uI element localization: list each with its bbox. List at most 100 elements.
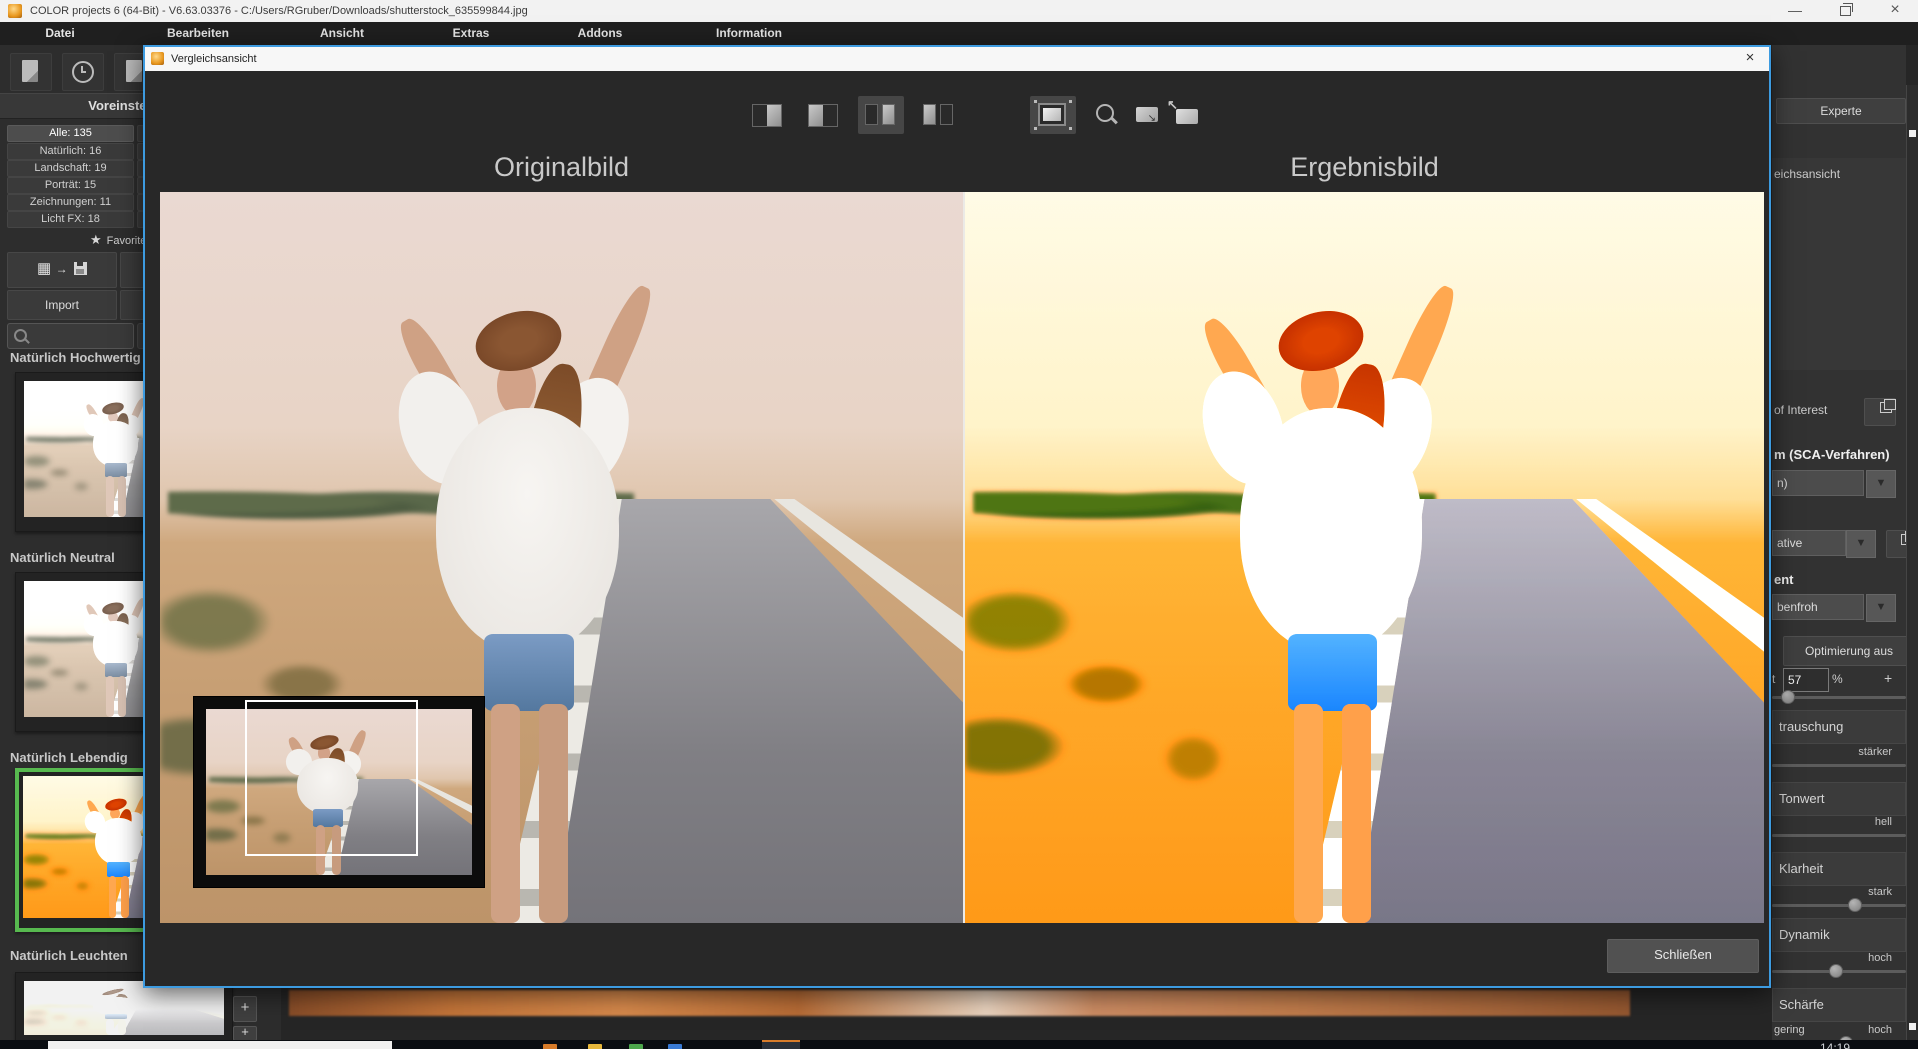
save-preset-button[interactable]: ▦ → xyxy=(7,252,117,288)
menu-item-information[interactable]: Information xyxy=(694,22,804,45)
view-side-by-side-left-button[interactable] xyxy=(916,96,962,134)
expert-mode-button[interactable]: Experte xyxy=(1776,98,1906,124)
menu-item-addons[interactable]: Addons xyxy=(545,22,655,45)
search-icon xyxy=(14,329,27,342)
slider-track[interactable] xyxy=(1772,764,1906,767)
magnifier-icon xyxy=(1096,104,1114,122)
rect-expand-icon xyxy=(1176,109,1198,124)
slider-tonwert[interactable] xyxy=(1772,828,1906,842)
window-title: COLOR projects 6 (64-Bit) - V6.63.03376 … xyxy=(30,0,528,22)
original-label: Originalbild xyxy=(160,152,963,184)
slider-dynamik[interactable] xyxy=(1772,964,1906,978)
dialog-icon xyxy=(151,52,164,65)
menu-item-bearbeiten[interactable]: Bearbeiten xyxy=(143,22,253,45)
minimize-button[interactable]: — xyxy=(1778,0,1812,22)
optimization-toggle-button[interactable]: Optimierung aus xyxy=(1783,636,1915,666)
slider-handle[interactable] xyxy=(1848,898,1862,912)
taskbar-app-icon-3[interactable] xyxy=(629,1044,643,1049)
sca-dropdown[interactable]: n) xyxy=(1772,470,1864,496)
view-full-frame-button[interactable] xyxy=(1030,96,1076,134)
dialog-titlebar: Vergleichsansicht × xyxy=(145,47,1769,71)
dialog-close-action-button[interactable]: Schließen xyxy=(1607,939,1759,973)
view-split-right-button[interactable] xyxy=(744,96,790,134)
close-button[interactable]: × xyxy=(1878,0,1912,22)
file-export-icon xyxy=(126,60,142,82)
category-landschaft[interactable]: Landschaft: 19 xyxy=(7,160,134,177)
taskbar-app-icon-2[interactable] xyxy=(588,1044,602,1049)
category-licht-fx[interactable]: Licht FX: 18 xyxy=(7,211,134,228)
sca-dropdown-arrow[interactable]: ▼ xyxy=(1866,470,1896,498)
scroll-thumb-top[interactable] xyxy=(1909,130,1916,137)
increment-button[interactable]: + xyxy=(1884,670,1892,686)
slider-handle[interactable] xyxy=(1781,690,1795,704)
navigator-inset[interactable] xyxy=(194,697,484,887)
split-right-icon xyxy=(752,104,782,127)
preset-thumb-image xyxy=(24,981,224,1035)
opacity-slider[interactable] xyxy=(1772,690,1906,704)
slider-track[interactable] xyxy=(1772,834,1906,837)
search-input[interactable] xyxy=(32,326,131,346)
view-side-by-side-right-button[interactable] xyxy=(858,96,904,134)
percent-label: % xyxy=(1832,672,1843,686)
history-icon xyxy=(72,61,94,83)
dialog-close-button[interactable]: × xyxy=(1739,47,1761,71)
level-entrauschung: stärker xyxy=(1772,746,1892,758)
panel-scrollbar[interactable] xyxy=(1906,85,1918,1040)
taskbar-app-icon-1[interactable] xyxy=(543,1044,557,1049)
result-photo xyxy=(965,192,1764,923)
opacity-value-input[interactable] xyxy=(1783,668,1829,692)
preset-search[interactable] xyxy=(7,323,134,349)
main-image-sliver xyxy=(289,990,1630,1016)
slider-track[interactable] xyxy=(1772,904,1906,907)
slider-entrauschung[interactable] xyxy=(1772,758,1906,772)
menu-item-extras[interactable]: Extras xyxy=(416,22,526,45)
view-split-left-button[interactable] xyxy=(800,96,846,134)
mode-dropdown-arrow[interactable]: ▼ xyxy=(1846,530,1876,558)
temperament-dropdown-arrow[interactable]: ▼ xyxy=(1866,594,1896,622)
taskbar-search-box[interactable] xyxy=(48,1041,392,1049)
slider-klarheit[interactable] xyxy=(1772,898,1906,912)
category-alle[interactable]: Alle: 135 xyxy=(7,125,134,142)
section-schaerfe[interactable]: Schärfe xyxy=(1772,988,1906,1022)
split-left-icon xyxy=(808,104,838,127)
file-icon xyxy=(22,60,38,82)
dialog-title: Vergleichsansicht xyxy=(171,47,257,71)
navigator-viewport[interactable] xyxy=(245,700,418,856)
zoom-out-button[interactable]: + xyxy=(233,1026,257,1041)
section-entrauschung[interactable]: trauschung xyxy=(1772,710,1906,744)
slider-handle[interactable] xyxy=(1829,964,1843,978)
mode-dropdown[interactable]: ative xyxy=(1772,530,1846,556)
expand-view-button[interactable] xyxy=(1164,96,1210,134)
value-label-fragment: t xyxy=(1772,672,1775,686)
category-natuerlich[interactable]: Natürlich: 16 xyxy=(7,143,134,160)
restore-button[interactable] xyxy=(1828,0,1862,22)
new-file-button[interactable] xyxy=(10,53,52,91)
zoom-in-button[interactable]: + xyxy=(233,996,257,1022)
history-button[interactable] xyxy=(62,53,104,91)
taskbar-active-app[interactable] xyxy=(762,1040,800,1049)
pair-right-icon xyxy=(865,104,895,125)
category-zeichnungen[interactable]: Zeichnungen: 11 xyxy=(7,194,134,211)
pane-divider xyxy=(963,192,965,923)
temperament-dropdown[interactable]: benfroh xyxy=(1772,594,1864,620)
section-klarheit[interactable]: Klarheit xyxy=(1772,852,1906,886)
arrow-icon: → xyxy=(56,262,68,276)
section-tonwert[interactable]: Tonwert xyxy=(1772,782,1906,816)
taskbar-app-icon-4[interactable] xyxy=(668,1044,682,1049)
result-image-pane xyxy=(965,192,1764,923)
section-dynamik[interactable]: Dynamik xyxy=(1772,918,1906,952)
menu-item-ansicht[interactable]: Ansicht xyxy=(287,22,397,45)
comparison-section xyxy=(1772,158,1906,370)
category-portraet[interactable]: Porträt: 15 xyxy=(7,177,134,194)
original-image-pane xyxy=(160,192,963,923)
scroll-thumb-bottom[interactable] xyxy=(1909,1023,1916,1030)
poi-button[interactable] xyxy=(1864,398,1896,426)
import-button[interactable]: Import xyxy=(7,290,117,320)
rect-cursor-icon xyxy=(1136,107,1158,122)
frame-icon xyxy=(1038,103,1066,126)
poi-label-fragment: of Interest xyxy=(1774,403,1827,417)
level-tonwert: hell xyxy=(1772,816,1892,828)
zoom-tool-button[interactable] xyxy=(1084,96,1130,134)
menu-item-datei[interactable]: Datei xyxy=(5,22,115,45)
taskbar-clock[interactable]: 14:19 xyxy=(1820,1040,1880,1049)
